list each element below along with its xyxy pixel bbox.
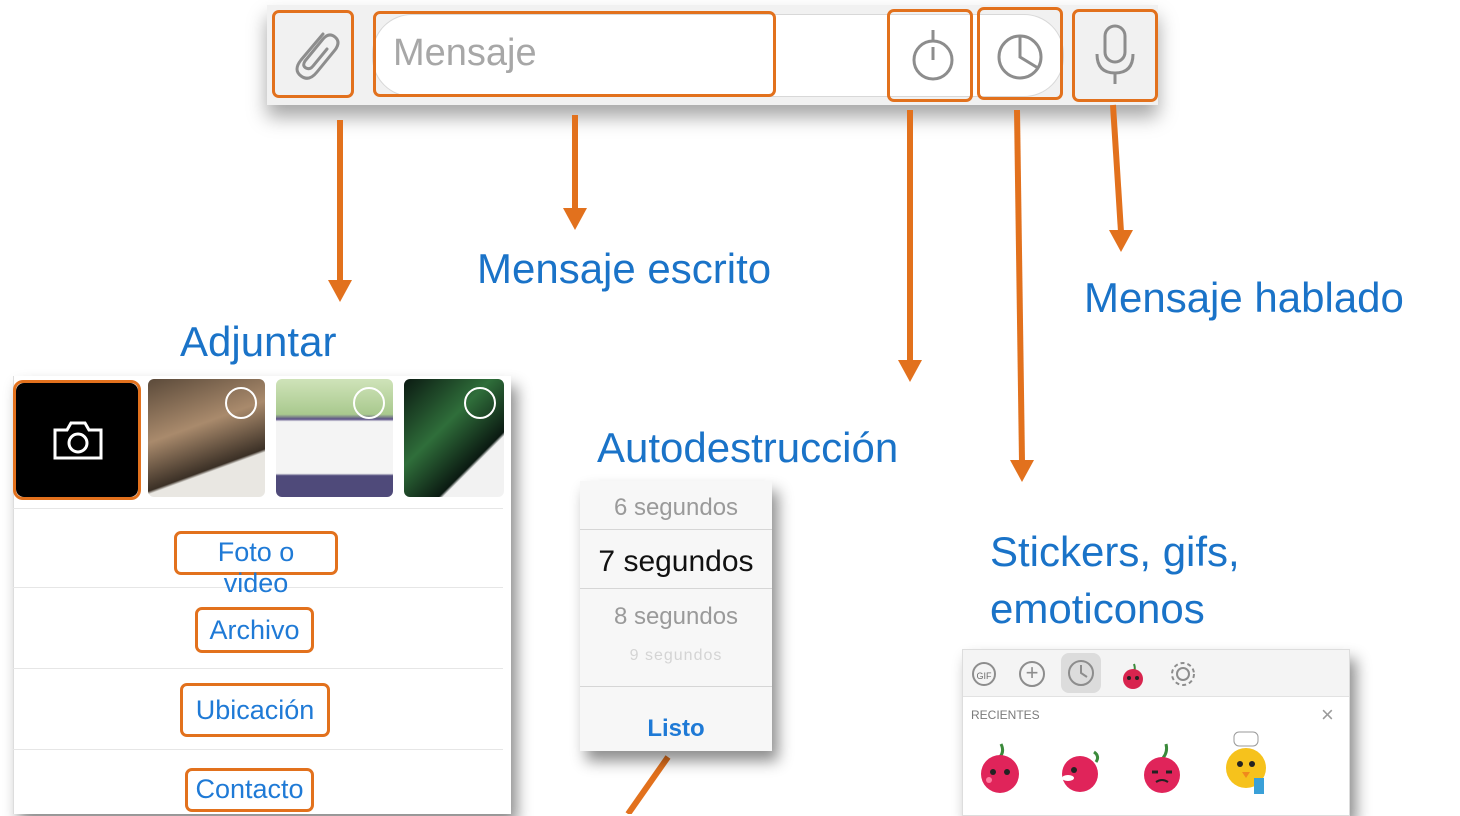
gallery-thumbnail[interactable] — [276, 379, 393, 497]
foto-video-label: Foto o video — [217, 537, 295, 598]
foto-video-option[interactable]: Foto o video — [174, 531, 338, 598]
add-icon[interactable]: + — [1019, 661, 1045, 687]
timer-option[interactable]: 6 segundos — [580, 494, 772, 522]
label-autodestruccion: Autodestrucción — [597, 424, 899, 471]
stickers-panel: GIF + RECIENTES × — [962, 649, 1350, 816]
timer-option[interactable]: 8 segundos — [580, 603, 772, 631]
label-mensaje-escrito: Mensaje escrito — [477, 245, 772, 292]
settings-icon[interactable] — [1169, 660, 1197, 693]
camera-highlight — [13, 380, 141, 500]
sticker-item[interactable] — [1218, 728, 1274, 803]
archivo-option[interactable]: Archivo — [195, 607, 314, 653]
label-adjuntar: Adjuntar — [180, 318, 337, 365]
recent-clock-icon[interactable] — [1061, 653, 1101, 693]
archivo-label: Archivo — [209, 615, 300, 645]
label-mensaje-hablado: Mensaje hablado — [1084, 274, 1404, 321]
self-destruct-timer-picker: 6 segundos 7 segundos 8 segundos 9 segun… — [580, 481, 772, 751]
sticker-item[interactable] — [1138, 742, 1188, 799]
ubicacion-option[interactable]: Ubicación — [180, 683, 330, 737]
gallery-thumbnail[interactable] — [404, 379, 504, 497]
cherry-sticker-icon[interactable] — [1118, 660, 1148, 695]
contacto-label: Contacto — [195, 774, 304, 804]
timer-option-selected[interactable]: 7 segundos — [580, 545, 772, 579]
label-stickers-line2: emoticonos — [990, 585, 1205, 632]
gif-icon[interactable]: GIF — [972, 662, 996, 686]
label-stickers-line1: Stickers, gifs, — [990, 528, 1240, 575]
recientes-header: RECIENTES — [971, 708, 1040, 722]
gallery-thumbnail[interactable] — [148, 379, 265, 497]
ubicacion-label: Ubicación — [195, 695, 315, 725]
sticker-item[interactable] — [1058, 748, 1108, 799]
close-icon[interactable]: × — [1321, 702, 1334, 728]
timer-option[interactable]: 9 segundos — [580, 647, 772, 665]
sticker-item[interactable] — [975, 742, 1025, 799]
contacto-option[interactable]: Contacto — [185, 768, 314, 812]
listo-button[interactable]: Listo — [580, 715, 772, 743]
